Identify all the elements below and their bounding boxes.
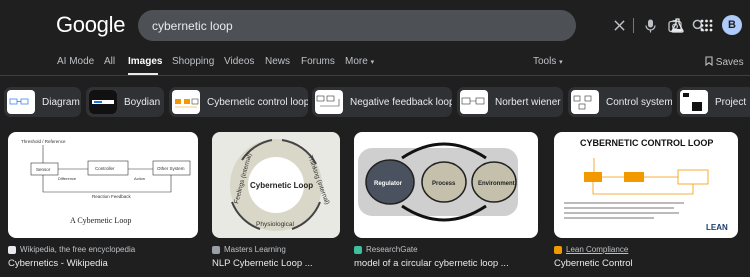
lean-brand-logo: LEAN <box>706 223 728 232</box>
chip-label: Norbert wiener <box>495 96 561 108</box>
tools-label: Tools <box>533 56 557 67</box>
chip-label: Negative feedback loop <box>350 96 452 108</box>
search-tabs: AI Mode All Images Shopping Videos News … <box>0 56 750 76</box>
chevron-down-icon: ▾ <box>370 59 375 66</box>
result-image[interactable]: Regulator Process Environment <box>354 132 538 238</box>
chip-control-system[interactable]: Control system <box>568 87 672 117</box>
result-source-name: Masters Learning <box>224 245 286 254</box>
chip-boydian[interactable]: Boydian <box>86 87 164 117</box>
tab-forums[interactable]: Forums <box>301 56 335 67</box>
chip-project[interactable]: Project <box>677 87 750 117</box>
chip-negative-feedback-loop[interactable]: Negative feedback loop <box>312 87 452 117</box>
tabs-divider <box>0 75 750 76</box>
diagram-label-regulator: Regulator <box>374 181 403 187</box>
wikipedia-favicon-icon <box>8 245 16 254</box>
google-logo[interactable]: Google <box>56 12 125 38</box>
result-image[interactable]: Threshold / Reference Sensor Controller … <box>8 132 198 238</box>
search-box[interactable] <box>138 10 705 41</box>
bookmark-icon <box>705 56 713 67</box>
tools-button[interactable]: Tools ▾ <box>533 56 563 67</box>
diagram-label-physiological: Physiological <box>256 221 294 228</box>
chip-thumbnail <box>315 90 343 114</box>
chip-thumbnail <box>680 90 708 114</box>
result-image[interactable]: Cybernetic Loop Feelings (internal) Thin… <box>212 132 340 238</box>
image-result-card[interactable]: Threshold / Reference Sensor Controller … <box>8 132 198 269</box>
chip-norbert-wiener[interactable]: Norbert wiener <box>457 87 563 117</box>
lean-compliance-favicon-icon <box>554 245 562 254</box>
chip-label: Project <box>715 96 747 108</box>
diagram-label-environment: Environment <box>478 181 515 187</box>
chip-thumbnail <box>460 90 488 114</box>
tab-more[interactable]: More ▾ <box>345 56 374 67</box>
diagram-label-feedback: Reaction Feedback <box>92 194 132 199</box>
tab-news[interactable]: News <box>265 56 290 67</box>
result-source[interactable]: ResearchGate <box>354 245 538 254</box>
search-input[interactable] <box>152 10 462 41</box>
chip-cybernetic-control-loop[interactable]: Cybernetic control loop <box>169 87 308 117</box>
result-source-name: Wikipedia, the free encyclopedia <box>20 245 136 254</box>
result-source[interactable]: Masters Learning <box>212 245 340 254</box>
diagram-label-difference: Difference <box>58 176 77 181</box>
chip-thumbnail <box>172 90 200 114</box>
tab-more-label: More <box>345 56 368 67</box>
diagram-label-controller: Controller <box>95 166 115 171</box>
image-result-card[interactable]: CYBERNETIC CONTROL LOOP LEAN Lean Compli… <box>554 132 738 269</box>
diagram-caption: A Cybernetic Loop <box>70 216 131 225</box>
chip-label: Control system <box>606 96 672 108</box>
chip-diagram[interactable]: Diagram <box>4 87 81 117</box>
result-source-name: ResearchGate <box>366 245 418 254</box>
diagram-label-sensor: Sensor <box>36 167 51 172</box>
result-source[interactable]: Lean Compliance <box>554 245 738 254</box>
diagram-heading: CYBERNETIC CONTROL LOOP <box>580 138 713 148</box>
diagram-center-label: Cybernetic Loop <box>250 181 313 190</box>
diagram-label-other-system: Other System <box>157 166 185 171</box>
diagram-label-threshold: Threshold / Reference <box>21 139 66 144</box>
tab-shopping[interactable]: Shopping <box>172 56 214 67</box>
tab-all[interactable]: All <box>104 56 115 67</box>
account-avatar[interactable]: B <box>722 15 742 35</box>
tab-ai-mode[interactable]: AI Mode <box>57 56 94 67</box>
saves-button[interactable]: Saves <box>705 56 744 68</box>
chevron-down-icon: ▾ <box>559 59 563 66</box>
clear-icon[interactable] <box>610 16 629 35</box>
result-image[interactable]: CYBERNETIC CONTROL LOOP LEAN <box>554 132 738 238</box>
image-result-card[interactable]: Regulator Process Environment ResearchGa… <box>354 132 538 269</box>
related-search-chips: Diagram Boydian Cybernetic control loop … <box>0 87 750 117</box>
diagram-label-action: Action <box>134 176 145 181</box>
chip-label: Cybernetic control loop <box>207 96 308 108</box>
search-divider <box>633 18 634 33</box>
chip-thumbnail <box>7 90 35 114</box>
result-source-name: Lean Compliance <box>566 245 629 254</box>
tab-videos[interactable]: Videos <box>224 56 254 67</box>
apps-grid-icon[interactable] <box>697 16 715 34</box>
masters-learning-favicon-icon <box>212 245 220 254</box>
microphone-icon[interactable] <box>641 16 660 35</box>
chip-thumbnail <box>89 90 117 114</box>
saves-label: Saves <box>715 57 744 68</box>
result-title[interactable]: NLP Cybernetic Loop ... <box>212 258 340 269</box>
tab-images[interactable]: Images <box>128 56 162 67</box>
image-result-card[interactable]: Cybernetic Loop Feelings (internal) Thin… <box>212 132 340 269</box>
labs-flask-icon[interactable] <box>668 16 686 34</box>
result-title[interactable]: Cybernetic Control <box>554 258 738 269</box>
diagram-label-process: Process <box>432 181 456 187</box>
result-title[interactable]: model of a circular cybernetic loop ... <box>354 258 538 269</box>
chip-label: Boydian <box>124 96 161 108</box>
result-title[interactable]: Cybernetics - Wikipedia <box>8 258 198 269</box>
researchgate-favicon-icon <box>354 245 362 254</box>
chip-thumbnail <box>571 90 599 114</box>
chip-label: Diagram <box>42 96 80 108</box>
result-source[interactable]: Wikipedia, the free encyclopedia <box>8 245 198 254</box>
